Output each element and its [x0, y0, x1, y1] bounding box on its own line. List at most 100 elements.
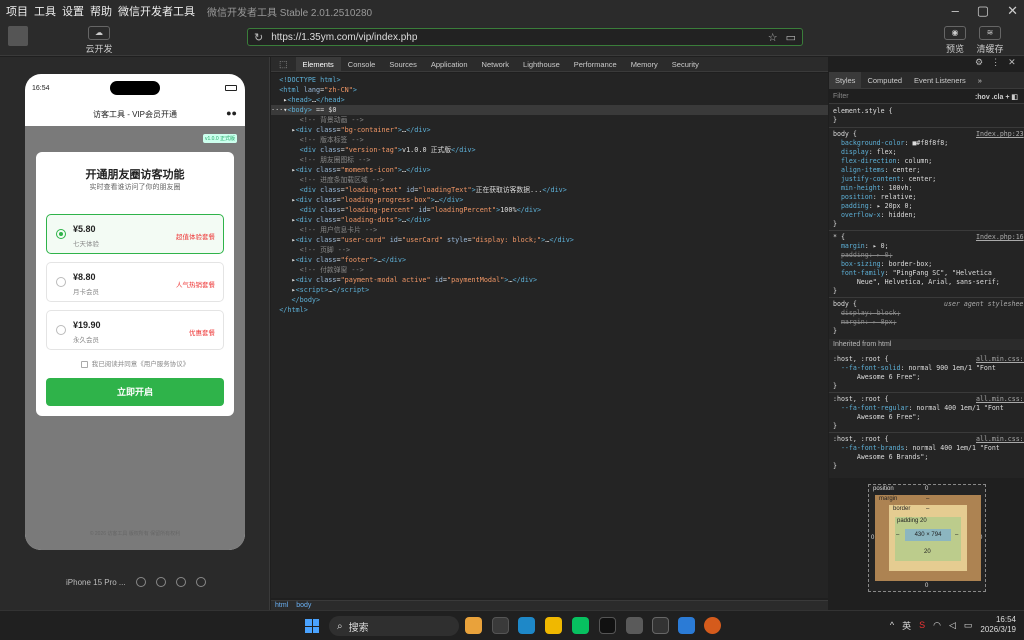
dom-line[interactable]: <!-- 页脚 -->	[271, 245, 828, 255]
tab-event-listeners[interactable]: Event Listeners	[908, 72, 972, 89]
dom-line[interactable]: <html lang="zh-CN">	[271, 85, 828, 95]
plan-option-7day[interactable]: ¥5.80 七天体验 超值体验套餐	[46, 214, 224, 254]
dom-line[interactable]: ▸<script>…</script>	[271, 285, 828, 295]
sogou-icon[interactable]: S	[919, 620, 925, 630]
terminal-icon[interactable]	[652, 617, 669, 634]
crumb-body[interactable]: body	[296, 601, 311, 610]
avatar[interactable]	[8, 26, 28, 46]
checkbox-icon[interactable]	[80, 360, 88, 368]
menu-devtools[interactable]: 微信开发者工具	[118, 3, 195, 19]
edge-icon[interactable]	[518, 617, 535, 634]
wechat-icon[interactable]	[626, 617, 643, 634]
device-select[interactable]: iPhone 15 Pro ...	[66, 578, 126, 587]
dom-line[interactable]: ▸<div class="user-card" id="userCard" st…	[271, 235, 828, 245]
filter-input[interactable]: Filter	[833, 93, 849, 100]
more-icon[interactable]: ●●	[226, 108, 237, 118]
plan-option-month[interactable]: ¥8.80 月卡会员 人气热销套餐	[46, 262, 224, 302]
record-icon[interactable]	[155, 577, 166, 587]
explorer-icon[interactable]	[545, 617, 562, 634]
gear-icon[interactable]: ⚙	[975, 57, 983, 68]
ime-indicator[interactable]: 英	[902, 619, 911, 632]
dom-line[interactable]: </body>	[271, 295, 828, 305]
dom-line[interactable]: ▸<div class="loading-progress-box">…</di…	[271, 195, 828, 205]
browser-icon[interactable]	[704, 617, 721, 634]
tab-network[interactable]: Network	[475, 57, 517, 72]
cloud-dev-button[interactable]: ☁ 云开发	[84, 26, 114, 55]
dom-line-body[interactable]: ···▾<body> == $0	[271, 105, 828, 115]
radio[interactable]	[56, 325, 66, 335]
dom-line[interactable]: ▸<div class="moments-icon">…</div>	[271, 165, 828, 175]
chevron-up-icon[interactable]: ^	[890, 620, 894, 630]
dom-line[interactable]: <!-- 进度条加载区域 -->	[271, 175, 828, 185]
close-devtools-icon[interactable]: ✕	[1008, 57, 1016, 68]
dom-line[interactable]: <!-- 版本标签 -->	[271, 135, 828, 145]
wechat-devtools-icon[interactable]	[572, 617, 589, 634]
star-icon[interactable]: ☆	[768, 31, 778, 44]
hov-toggle[interactable]: :hov	[975, 94, 990, 101]
preview-button[interactable]: ◉ 预览	[940, 26, 970, 55]
folder-icon[interactable]: ▭	[786, 31, 796, 44]
minimize-icon[interactable]: –	[952, 3, 959, 19]
rotate-icon[interactable]	[135, 577, 146, 587]
maximize-icon[interactable]: ▢	[977, 3, 989, 19]
dom-line[interactable]: ▸<div class="bg-container">…</div>	[271, 125, 828, 135]
menu-tools[interactable]: 工具	[34, 3, 56, 19]
dom-line[interactable]: </html>	[271, 305, 828, 315]
tab-computed[interactable]: Computed	[861, 72, 908, 89]
dom-line[interactable]: <!-- 用户信息卡片 -->	[271, 225, 828, 235]
tab-styles[interactable]: Styles	[829, 71, 862, 89]
chrome-icon[interactable]	[465, 617, 482, 634]
taskview-icon[interactable]	[492, 617, 509, 634]
plan-option-forever[interactable]: ¥19.90 永久会员 优惠套餐	[46, 310, 224, 350]
dom-line[interactable]: ▸<head>…</head>	[271, 95, 828, 105]
url-text[interactable]: https://1.35ym.com/vip/index.php	[271, 32, 760, 43]
radio-selected[interactable]	[56, 229, 66, 239]
dom-line[interactable]: <!-- 背景动画 -->	[271, 115, 828, 125]
dom-line[interactable]: <!-- 朋友圈图标 -->	[271, 155, 828, 165]
refresh-icon[interactable]: ↻	[254, 31, 263, 44]
menu-settings[interactable]: 设置	[62, 3, 84, 19]
open-now-button[interactable]: 立即开启	[46, 378, 224, 406]
volume-icon[interactable]	[175, 577, 186, 587]
radio[interactable]	[56, 277, 66, 287]
kebab-icon[interactable]: ⋮	[991, 57, 1000, 68]
cls-toggle[interactable]: .cla	[992, 94, 1004, 101]
qq-icon[interactable]	[599, 617, 616, 634]
url-bar[interactable]: ↻ https://1.35ym.com/vip/index.php ☆ ▭	[247, 28, 803, 46]
inspect-icon[interactable]: ⬚	[271, 59, 296, 70]
styles-pane[interactable]: element.style { } body {Index.php:23 bac…	[829, 104, 1024, 478]
dom-line[interactable]: <div class="loading-percent" id="loading…	[271, 205, 828, 215]
dom-line[interactable]: <!DOCTYPE html>	[271, 75, 828, 85]
tab-sources[interactable]: Sources	[382, 57, 424, 72]
tab-security[interactable]: Security	[665, 57, 706, 72]
styles-filter[interactable]: Filter :hov .cla + ◧	[829, 90, 1024, 104]
dom-line[interactable]: <!-- 付款弹窗 -->	[271, 265, 828, 275]
dom-line[interactable]: ▸<div class="footer">…</div>	[271, 255, 828, 265]
tab-memory[interactable]: Memory	[624, 57, 665, 72]
close-icon[interactable]: ✕	[1007, 3, 1018, 19]
crumb-html[interactable]: html	[275, 601, 288, 610]
taskbar-search[interactable]: ⌕ 搜索	[329, 616, 459, 636]
volume-icon[interactable]: ◁	[949, 620, 956, 631]
dom-line[interactable]: ▸<div class="payment-modal active" id="p…	[271, 275, 828, 285]
tab-performance[interactable]: Performance	[567, 57, 624, 72]
more-tabs-icon[interactable]: »	[972, 72, 988, 89]
dom-line[interactable]: <div class="version-tag">v1.0.0 正式版</div…	[271, 145, 828, 155]
menu-help[interactable]: 帮助	[90, 3, 112, 19]
screen-icon[interactable]	[195, 577, 206, 587]
tab-console[interactable]: Console	[341, 57, 383, 72]
menu-project[interactable]: 项目	[6, 3, 28, 19]
toggle-sidebar-icon[interactable]: ◧	[1011, 94, 1018, 101]
app-icon[interactable]	[678, 617, 695, 634]
clean-cache-button[interactable]: ≋ 清缓存	[975, 26, 1005, 55]
dom-line[interactable]: ▸<div class="loading-dots">…</div>	[271, 215, 828, 225]
tab-application[interactable]: Application	[424, 57, 475, 72]
tab-lighthouse[interactable]: Lighthouse	[516, 57, 567, 72]
wifi-icon[interactable]: ◠	[933, 620, 941, 631]
elements-tree[interactable]: <!DOCTYPE html> <html lang="zh-CN"> ▸<he…	[271, 73, 828, 598]
windows-start-icon[interactable]	[305, 619, 319, 633]
dom-line[interactable]: <div class="loading-text" id="loadingTex…	[271, 185, 828, 195]
add-rule-icon[interactable]: +	[1005, 94, 1009, 101]
battery-tray-icon[interactable]: ▭	[964, 620, 973, 631]
tab-elements[interactable]: Elements	[295, 56, 341, 72]
